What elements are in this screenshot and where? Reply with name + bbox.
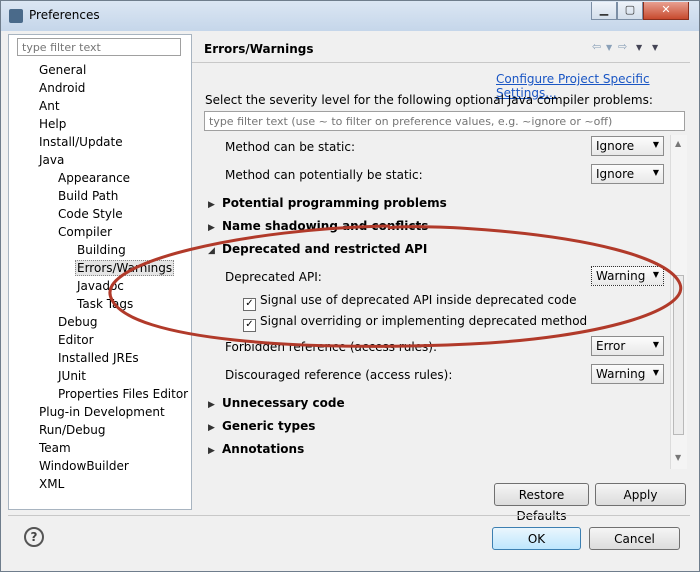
tree-item-javadoc[interactable]: Javadoc: [77, 279, 124, 293]
deprecated-api-select[interactable]: Warning ▼: [591, 266, 664, 286]
section-deprecated-api[interactable]: ◢ Deprecated and restricted API: [208, 242, 427, 256]
back-arrow-icon[interactable]: ⇦: [592, 40, 601, 53]
checkbox-checked-icon: ✓: [243, 298, 256, 311]
description-text: Select the severity level for the follow…: [205, 93, 653, 107]
dropdown-arrow-icon: ▼: [652, 168, 659, 177]
forward-arrow-icon[interactable]: ⇨: [618, 40, 627, 53]
dropdown-arrow-icon: ▼: [652, 140, 659, 149]
method-potentially-static-label: Method can potentially be static:: [225, 168, 423, 182]
tree-item-java[interactable]: Java: [39, 153, 64, 167]
deprecated-api-label: Deprecated API:: [225, 270, 322, 284]
tree-item-plugin-development[interactable]: Plug-in Development: [39, 405, 165, 419]
cancel-button[interactable]: Cancel: [589, 527, 680, 550]
maximize-button[interactable]: ▢: [617, 2, 643, 20]
tree-item-windowbuilder[interactable]: WindowBuilder: [39, 459, 129, 473]
tree-item-editor[interactable]: Editor: [58, 333, 94, 347]
help-icon[interactable]: ?: [24, 527, 44, 547]
method-potentially-static-select[interactable]: Ignore ▼: [591, 164, 664, 184]
restore-defaults-button[interactable]: Restore Defaults: [494, 483, 589, 523]
page-title: Errors/Warnings: [204, 42, 314, 56]
scroll-down-icon[interactable]: ▼: [675, 453, 681, 462]
apply-button[interactable]: Apply: [595, 483, 686, 506]
options-scrollbar[interactable]: ▲ ▼: [670, 135, 687, 469]
tree-item-android[interactable]: Android: [39, 81, 85, 95]
section-potential-problems[interactable]: ▶ Potential programming problems: [208, 196, 447, 210]
tree-item-task-tags[interactable]: Task Tags: [77, 297, 133, 311]
signal-overriding-checkbox[interactable]: ✓ Signal overriding or implementing depre…: [243, 314, 587, 332]
tree-item-installed-jres[interactable]: Installed JREs: [58, 351, 139, 365]
app-icon: [9, 9, 23, 23]
scrollbar-thumb[interactable]: [673, 275, 684, 435]
tree-item-properties-files-editor[interactable]: Properties Files Editor: [58, 387, 188, 401]
tree-item-junit[interactable]: JUnit: [58, 369, 86, 383]
tree-item-ant[interactable]: Ant: [39, 99, 60, 113]
discouraged-reference-label: Discouraged reference (access rules):: [225, 368, 453, 382]
view-menu-chevron-icon[interactable]: ▼: [652, 43, 658, 52]
tree-item-general[interactable]: General: [39, 63, 86, 77]
dropdown-arrow-icon: ▼: [652, 368, 659, 377]
forbidden-reference-select[interactable]: Error ▼: [591, 336, 664, 356]
tree-item-debug[interactable]: Debug: [58, 315, 97, 329]
preference-tree-panel: General Android Ant Help Install/Update …: [8, 34, 192, 510]
tree-item-install-update[interactable]: Install/Update: [39, 135, 123, 149]
expand-caret-icon: ▶: [208, 200, 215, 210]
tree-item-run-debug[interactable]: Run/Debug: [39, 423, 106, 437]
tree-item-errors-warnings[interactable]: Errors/Warnings: [75, 260, 175, 276]
problem-filter-input[interactable]: [204, 111, 685, 131]
section-annotations[interactable]: ▶ Annotations: [208, 442, 304, 456]
close-button[interactable]: ✕: [643, 2, 689, 20]
tree-item-building[interactable]: Building: [77, 243, 126, 257]
expand-caret-icon: ▶: [208, 423, 215, 433]
page-header: Errors/Warnings ⇦ ▼ ⇨ ▼ ▼: [192, 34, 690, 63]
collapse-caret-icon: ◢: [208, 246, 215, 256]
tree-item-compiler[interactable]: Compiler: [58, 225, 112, 239]
forward-menu-chevron-icon[interactable]: ▼: [636, 43, 642, 52]
expand-caret-icon: ▶: [208, 400, 215, 410]
tree-item-code-style[interactable]: Code Style: [58, 207, 123, 221]
section-name-shadowing[interactable]: ▶ Name shadowing and conflicts: [208, 219, 428, 233]
minimize-button[interactable]: ▁: [591, 2, 617, 20]
forbidden-reference-label: Forbidden reference (access rules):: [225, 340, 438, 354]
checkbox-checked-icon: ✓: [243, 319, 256, 332]
section-unnecessary-code[interactable]: ▶ Unnecessary code: [208, 396, 345, 410]
tree-item-team[interactable]: Team: [39, 441, 71, 455]
signal-deprecated-inside-checkbox[interactable]: ✓ Signal use of deprecated API inside dep…: [243, 293, 576, 311]
scroll-up-icon[interactable]: ▲: [675, 139, 681, 148]
tree-item-help[interactable]: Help: [39, 117, 66, 131]
tree-item-build-path[interactable]: Build Path: [58, 189, 118, 203]
tree-item-xml[interactable]: XML: [39, 477, 64, 491]
discouraged-reference-select[interactable]: Warning ▼: [591, 364, 664, 384]
dropdown-arrow-icon: ▼: [652, 270, 659, 279]
expand-caret-icon: ▶: [208, 446, 215, 456]
expand-caret-icon: ▶: [208, 223, 215, 233]
title-bar[interactable]: Preferences ▁ ▢ ✕: [1, 1, 699, 31]
back-menu-chevron-icon[interactable]: ▼: [606, 43, 612, 52]
ok-button[interactable]: OK: [492, 527, 581, 550]
method-static-label: Method can be static:: [225, 140, 355, 154]
section-generic-types[interactable]: ▶ Generic types: [208, 419, 315, 433]
tree-filter-input[interactable]: [17, 38, 181, 56]
tree-item-appearance[interactable]: Appearance: [58, 171, 130, 185]
footer-divider: [8, 515, 690, 516]
dropdown-arrow-icon: ▼: [652, 340, 659, 349]
window-title: Preferences: [29, 8, 100, 22]
method-static-select[interactable]: Ignore ▼: [591, 136, 664, 156]
